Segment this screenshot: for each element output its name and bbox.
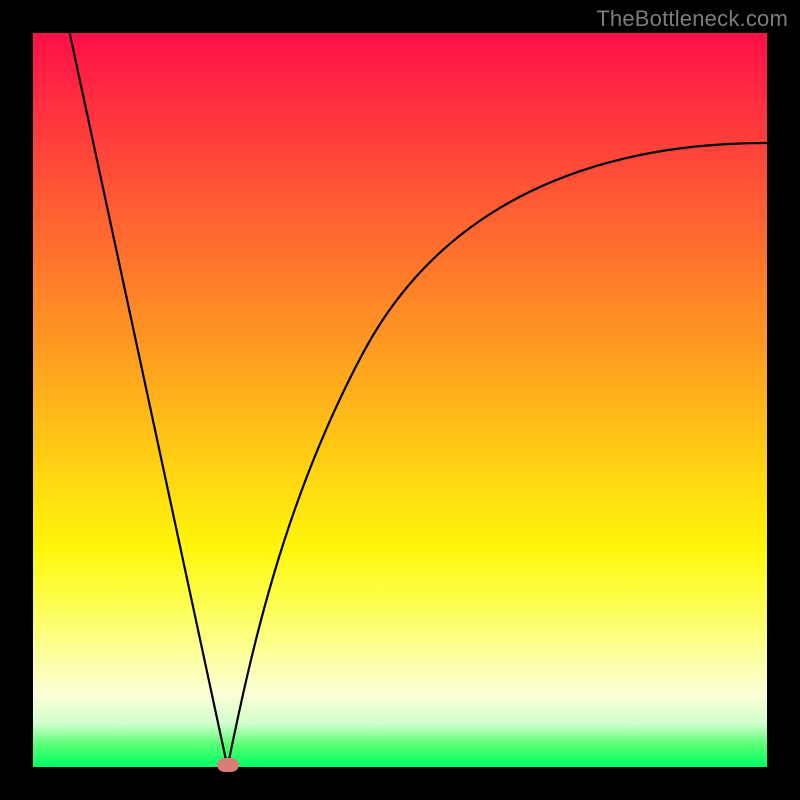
- optimum-marker: [217, 758, 239, 772]
- curve-right: [228, 143, 768, 767]
- curve-left: [70, 33, 228, 767]
- bottleneck-curve: [33, 33, 767, 767]
- watermark-text: TheBottleneck.com: [596, 6, 788, 32]
- chart-frame: TheBottleneck.com: [0, 0, 800, 800]
- plot-area: [33, 33, 767, 767]
